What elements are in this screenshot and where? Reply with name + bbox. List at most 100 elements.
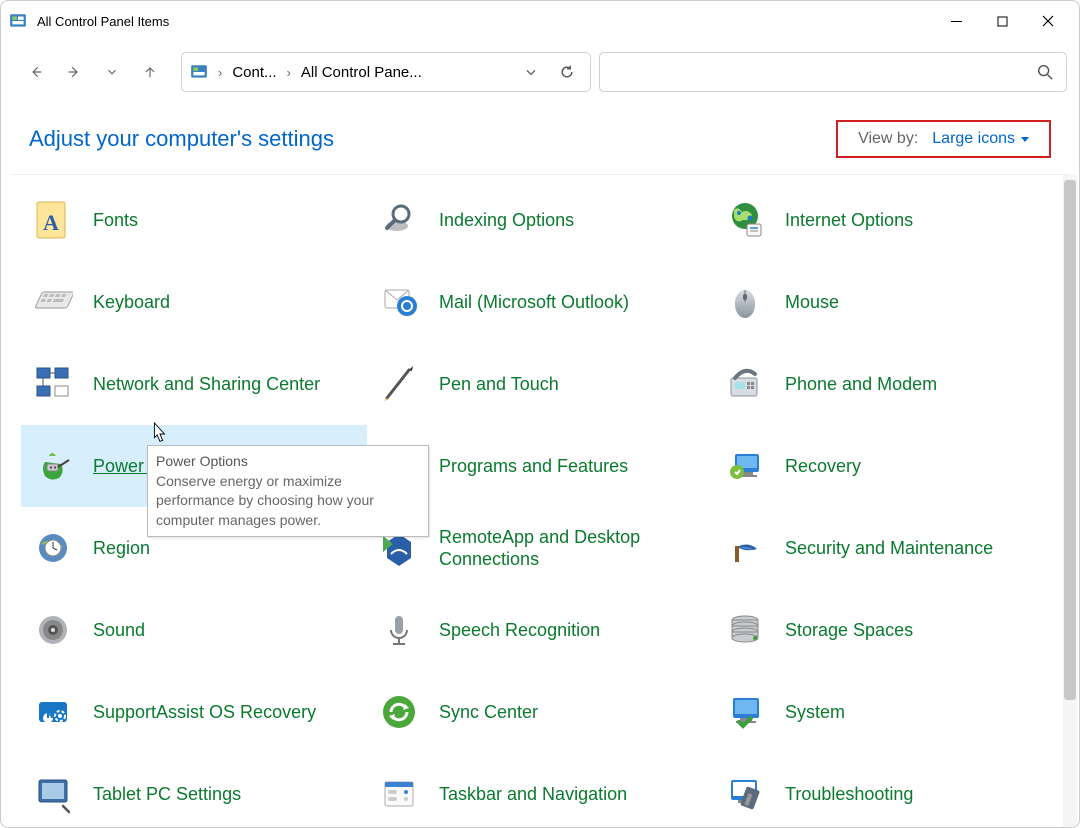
cpl-item-sync[interactable]: Sync Center — [367, 671, 713, 753]
cpl-item-label: Security and Maintenance — [785, 537, 993, 560]
region-icon — [31, 526, 75, 570]
cpl-item-label: Sound — [93, 619, 145, 642]
tablet-icon — [31, 772, 75, 816]
fonts-icon — [31, 198, 75, 242]
cpl-item-label: System — [785, 701, 845, 724]
cpl-item-label: Speech Recognition — [439, 619, 600, 642]
breadcrumb-sep: › — [283, 65, 295, 80]
refresh-button[interactable] — [552, 57, 582, 87]
phone-icon — [723, 362, 767, 406]
taskbar-icon — [377, 772, 421, 816]
address-bar[interactable]: › Cont... › All Control Pane... — [181, 52, 591, 92]
history-dropdown[interactable] — [99, 59, 125, 85]
pen-icon — [377, 362, 421, 406]
breadcrumb-item-all-items[interactable]: All Control Pane... — [301, 64, 422, 81]
cpl-item-label: Storage Spaces — [785, 619, 913, 642]
cpl-item-mouse[interactable]: Mouse — [713, 261, 1059, 343]
maximize-button[interactable] — [979, 5, 1025, 37]
cpl-item-label: Tablet PC Settings — [93, 783, 241, 806]
cpl-item-label: Region — [93, 537, 150, 560]
cpl-item-sound[interactable]: Sound — [21, 589, 367, 671]
mail-icon — [377, 280, 421, 324]
cpl-item-speech[interactable]: Speech Recognition — [367, 589, 713, 671]
cpl-item-pen[interactable]: Pen and Touch — [367, 343, 713, 425]
power-icon — [31, 444, 75, 488]
cpl-item-phone[interactable]: Phone and Modem — [713, 343, 1059, 425]
control-panel-icon — [190, 63, 208, 81]
cpl-item-recovery[interactable]: Recovery — [713, 425, 1059, 507]
recovery-icon — [723, 444, 767, 488]
security-icon — [723, 526, 767, 570]
cpl-item-support[interactable]: SupportAssist OS Recovery — [21, 671, 367, 753]
cpl-item-label: Mail (Microsoft Outlook) — [439, 291, 629, 314]
scrollbar-thumb[interactable] — [1064, 180, 1076, 700]
tooltip: Power Options Conserve energy or maximiz… — [147, 445, 429, 537]
troubleshoot-icon — [723, 772, 767, 816]
forward-button[interactable] — [61, 59, 87, 85]
cpl-item-label: Recovery — [785, 455, 861, 478]
cpl-item-system[interactable]: System — [713, 671, 1059, 753]
cpl-item-fonts[interactable]: Fonts — [21, 179, 367, 261]
caret-down-icon — [1021, 137, 1029, 142]
close-button[interactable] — [1025, 5, 1071, 37]
cpl-item-label: Phone and Modem — [785, 373, 937, 396]
cpl-item-label: SupportAssist OS Recovery — [93, 701, 316, 724]
cpl-item-indexing[interactable]: Indexing Options — [367, 179, 713, 261]
storage-icon — [723, 608, 767, 652]
window-controls — [933, 5, 1071, 37]
cpl-item-label: Mouse — [785, 291, 839, 314]
cpl-item-mail[interactable]: Mail (Microsoft Outlook) — [367, 261, 713, 343]
cpl-item-label: RemoteApp and Desktop Connections — [439, 526, 703, 571]
cpl-item-label: Pen and Touch — [439, 373, 559, 396]
breadcrumb-item-control-panel[interactable]: Cont... — [232, 64, 276, 81]
network-icon — [31, 362, 75, 406]
tooltip-title: Power Options — [156, 452, 420, 472]
header-row: Adjust your computer's settings View by:… — [1, 104, 1079, 174]
search-icon — [1036, 63, 1054, 81]
cpl-item-label: Keyboard — [93, 291, 170, 314]
view-by-box-highlighted: View by: Large icons — [836, 120, 1051, 158]
control-panel-window: All Control Panel Items › Cont... › All … — [0, 0, 1080, 828]
breadcrumb-dropdown[interactable] — [516, 57, 546, 87]
sync-icon — [377, 690, 421, 734]
internet-icon — [723, 198, 767, 242]
system-icon — [723, 690, 767, 734]
view-by-label: View by: — [858, 130, 918, 148]
support-icon — [31, 690, 75, 734]
cpl-item-label: Network and Sharing Center — [93, 373, 320, 396]
sound-icon — [31, 608, 75, 652]
keyboard-icon — [31, 280, 75, 324]
cpl-item-taskbar[interactable]: Taskbar and Navigation — [367, 753, 713, 827]
up-button[interactable] — [137, 59, 163, 85]
cpl-item-label: Taskbar and Navigation — [439, 783, 627, 806]
cpl-item-storage[interactable]: Storage Spaces — [713, 589, 1059, 671]
view-by-dropdown[interactable]: Large icons — [932, 130, 1029, 148]
page-heading: Adjust your computer's settings — [29, 126, 334, 152]
cpl-item-label: Sync Center — [439, 701, 538, 724]
cpl-item-network[interactable]: Network and Sharing Center — [21, 343, 367, 425]
indexing-icon — [377, 198, 421, 242]
speech-icon — [377, 608, 421, 652]
cpl-item-label: Troubleshooting — [785, 783, 913, 806]
title-bar: All Control Panel Items — [1, 1, 1079, 42]
content-area: Fonts Indexing Options Internet Options Key… — [1, 175, 1079, 827]
cpl-item-internet[interactable]: Internet Options — [713, 179, 1059, 261]
breadcrumb-sep: › — [214, 65, 226, 80]
cpl-item-label: Fonts — [93, 209, 138, 232]
cpl-item-label: Internet Options — [785, 209, 913, 232]
search-box[interactable] — [599, 52, 1067, 92]
cpl-item-keyboard[interactable]: Keyboard — [21, 261, 367, 343]
back-button[interactable] — [23, 59, 49, 85]
mouse-icon — [723, 280, 767, 324]
scrollbar[interactable] — [1063, 175, 1077, 827]
cpl-item-security[interactable]: Security and Maintenance — [713, 507, 1059, 589]
nav-arrows — [13, 59, 173, 85]
app-icon — [9, 12, 27, 30]
minimize-button[interactable] — [933, 5, 979, 37]
window-title: All Control Panel Items — [37, 14, 933, 29]
nav-bar: › Cont... › All Control Pane... — [1, 42, 1079, 104]
cpl-item-troubleshoot[interactable]: Troubleshooting — [713, 753, 1059, 827]
view-by-value: Large icons — [932, 130, 1015, 148]
cpl-item-tablet[interactable]: Tablet PC Settings — [21, 753, 367, 827]
tooltip-body: Conserve energy or maximize performance … — [156, 472, 420, 531]
